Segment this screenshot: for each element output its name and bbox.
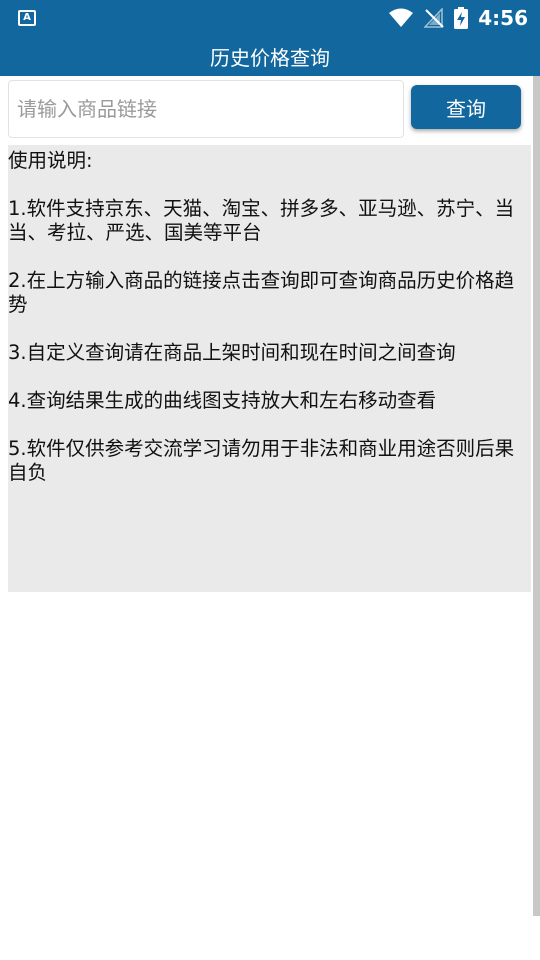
app-notification-icon: A <box>18 10 36 26</box>
status-bar: A 4:56 <box>0 0 540 36</box>
instruction-item-4: 4.查询结果生成的曲线图支持放大和左右移动查看 <box>8 389 437 412</box>
wifi-icon <box>388 8 414 28</box>
status-time: 4:56 <box>478 6 528 30</box>
instructions-heading: 使用说明: <box>8 149 93 172</box>
query-button[interactable]: 查询 <box>411 85 521 129</box>
instruction-item-1: 1.软件支持京东、天猫、淘宝、拼多多、亚马逊、苏宁、当当、考拉、严选、国美等平台 <box>8 197 515 244</box>
instructions-panel: 使用说明: 1.软件支持京东、天猫、淘宝、拼多多、亚马逊、苏宁、当当、考拉、严选… <box>8 145 531 592</box>
app-screen: A 4:56 历史价格查询 请输入商品链接 查询 使用说明: 1.软件支持京东、… <box>0 0 540 960</box>
page-title: 历史价格查询 <box>210 45 330 70</box>
instruction-item-2: 2.在上方输入商品的链接点击查询即可查询商品历史价格趋势 <box>8 269 515 316</box>
status-icons: 4:56 <box>388 5 528 31</box>
scrollbar-track <box>533 76 540 916</box>
product-link-input[interactable] <box>8 80 404 138</box>
instruction-item-3: 3.自定义查询请在商品上架时间和现在时间之间查询 <box>8 341 456 364</box>
instruction-item-5: 5.软件仅供参考交流学习请勿用于非法和商业用途否则后果自负 <box>8 437 515 484</box>
app-bar: 历史价格查询 <box>0 36 540 76</box>
signal-off-icon <box>424 8 444 28</box>
battery-charging-icon <box>454 7 469 29</box>
